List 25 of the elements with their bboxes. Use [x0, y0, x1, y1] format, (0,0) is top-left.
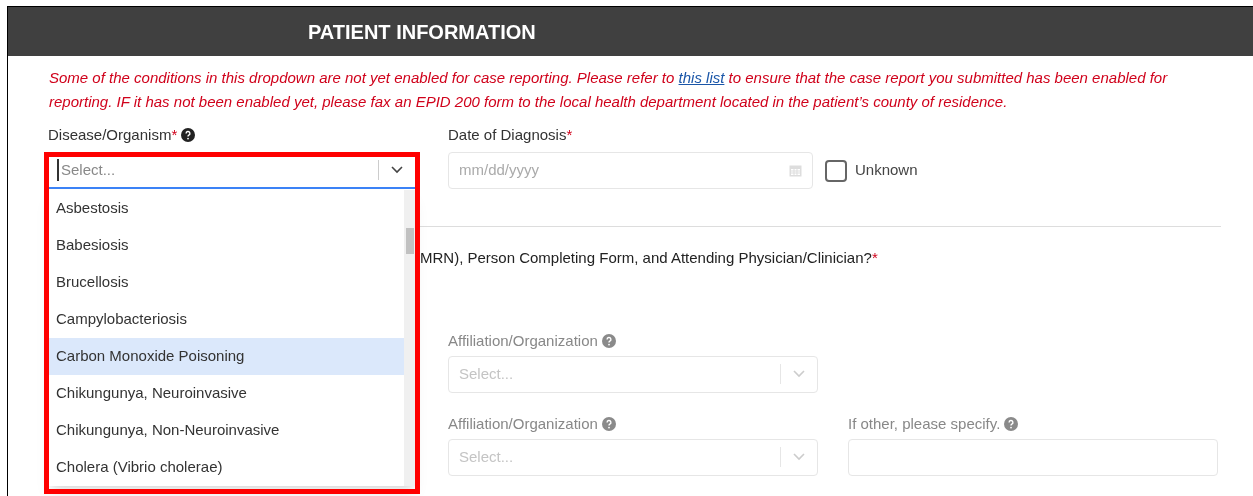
- field-label: Affiliation/Organization: [448, 414, 598, 432]
- checkbox-label: Unknown: [855, 160, 918, 181]
- chevron-down-icon: [793, 453, 805, 461]
- notice-text: Some of the conditions in this dropdown are not yet enabled for case reporting. Please refer to this list to ensure that the case report you submitted has been enabled for reporting. IF it has not been enabled yet, please fax an EPID 200 form to the local health department located in the patient’s county of residence.: [49, 68, 1169, 112]
- field-label: Date of Diagnosis*: [448, 126, 573, 143]
- help-icon: [181, 128, 196, 142]
- text-field[interactable]: [848, 438, 1218, 476]
- select-placeholder: Select...: [458, 446, 515, 467]
- field-label: If other, please specify.: [848, 414, 1001, 432]
- chevron-down-icon: [391, 166, 403, 174]
- date-placeholder: mm/dd/yyyy: [459, 160, 540, 181]
- scrollbar[interactable]: [404, 190, 416, 486]
- help-icon: [601, 333, 616, 348]
- help-icon: [601, 416, 616, 431]
- unknown-checkbox[interactable]: [825, 159, 847, 182]
- select-placeholder: Select...: [458, 363, 515, 384]
- calendar-icon: [789, 164, 802, 177]
- section-title: PATIENT INFORMATION: [308, 19, 536, 45]
- field-label: Disease/Organism*: [48, 126, 178, 143]
- field-label: Affiliation/Organization: [448, 331, 598, 349]
- help-icon: [1004, 416, 1019, 431]
- dropdown-option[interactable]: Carbon Monoxide Poisoning: [48, 338, 404, 375]
- question-text: MRN), Person Completing Form, and Attending Physician/Clinician?*: [420, 249, 878, 266]
- chevron-down-icon: [793, 370, 805, 378]
- list-link[interactable]: this list: [678, 69, 725, 86]
